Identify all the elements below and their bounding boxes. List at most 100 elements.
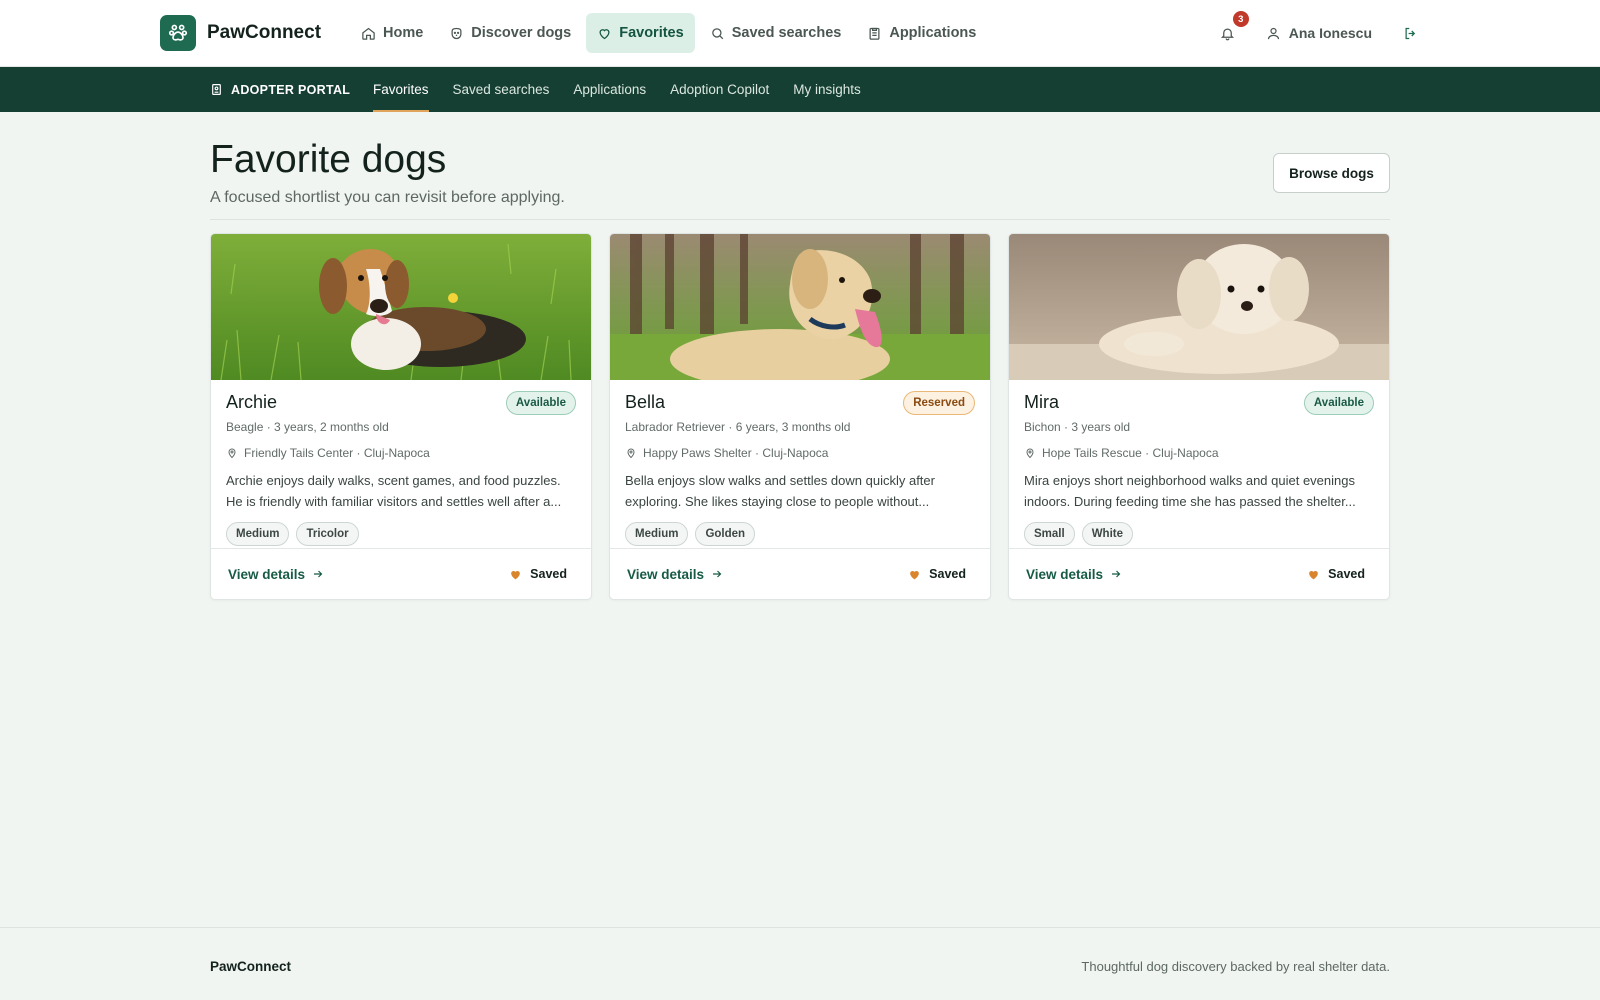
card-body: Mira Available Bichon · 3 years old Hope… (1009, 380, 1389, 546)
main-nav: Home Discover dogs Favorites Saved searc… (350, 13, 987, 53)
notifications-button[interactable]: 3 (1216, 11, 1249, 45)
portal-subnav: ADOPTER PORTAL Favorites Saved searches … (0, 67, 1600, 112)
user-icon (1267, 27, 1279, 39)
nav-saved-searches-label: Saved searches (731, 25, 842, 41)
card-footer: View details Saved (1009, 548, 1389, 599)
location-pin-icon (228, 448, 236, 459)
tag-list: Medium Golden (625, 522, 975, 546)
saved-label: Saved (530, 567, 567, 581)
saved-toggle[interactable]: Saved (509, 567, 567, 581)
dog-description: Archie enjoys daily walks, scent games, … (226, 473, 562, 509)
saved-label: Saved (929, 567, 966, 581)
nav-favorites[interactable]: Favorites (586, 13, 695, 53)
brand-name: PawConnect (207, 22, 322, 43)
card-body: Bella Reserved Labrador Retriever · 6 ye… (610, 380, 990, 546)
dog-photo-bella[interactable] (610, 234, 990, 380)
page-subtitle: A focused shortlist you can revisit befo… (210, 189, 565, 206)
id-badge-icon (212, 84, 221, 95)
dog-location: Friendly Tails Center · Cluj-Napoca (226, 445, 576, 461)
nav-discover-dogs[interactable]: Discover dogs (438, 13, 582, 53)
header-divider (210, 219, 1390, 220)
status-badge: Available (1303, 391, 1374, 415)
card-footer: View details Saved (610, 548, 990, 599)
dog-description: Mira enjoys short neighborhood walks and… (1024, 473, 1356, 509)
dog-photo-mira[interactable] (1009, 234, 1389, 380)
nav-saved-searches[interactable]: Saved searches (699, 13, 853, 53)
view-details-link[interactable]: View details (1026, 567, 1122, 582)
heart-icon (599, 28, 610, 39)
dog-location: Hope Tails Rescue · Cluj-Napoca (1024, 445, 1374, 461)
tag-color: Tricolor (296, 522, 359, 546)
dog-meta: Bichon · 3 years old (1024, 420, 1131, 434)
view-details-label: View details (1026, 566, 1104, 582)
logout-icon (1405, 27, 1415, 39)
clipboard-icon (869, 27, 880, 40)
page-title: Favorite dogs (210, 138, 447, 181)
view-details-link[interactable]: View details (228, 567, 324, 582)
subnav-favorites[interactable]: Favorites (361, 67, 441, 112)
location-text: Happy Paws Shelter · Cluj-Napoca (643, 446, 829, 460)
paw-logo-icon (160, 15, 196, 51)
browse-dogs-button[interactable]: Browse dogs (1273, 153, 1390, 193)
brand[interactable]: PawConnect (160, 15, 321, 51)
location-pin-icon (1026, 448, 1034, 459)
logout-button[interactable] (1400, 23, 1420, 43)
nav-home[interactable]: Home (350, 13, 434, 53)
tag-color: Golden (695, 522, 756, 546)
subnav-applications[interactable]: Applications (561, 67, 658, 112)
card-body: Archie Available Beagle · 3 years, 2 mon… (211, 380, 591, 546)
subnav-saved-searches[interactable]: Saved searches (441, 67, 562, 112)
dog-meta: Labrador Retriever · 6 years, 3 months o… (625, 420, 851, 434)
page-footer: PawConnect Thoughtful dog discovery back… (0, 927, 1600, 1000)
nav-applications[interactable]: Applications (856, 13, 987, 53)
location-pin-icon (627, 448, 635, 459)
status-badge: Available (505, 391, 576, 415)
notification-count-badge: 3 (1232, 11, 1249, 27)
subnav-links: Favorites Saved searches Applications Ad… (361, 67, 873, 112)
heart-filled-icon (511, 570, 520, 579)
dog-photo-archie[interactable] (211, 234, 591, 380)
subnav-my-insights[interactable]: My insights (781, 67, 873, 112)
tag-size: Small (1024, 522, 1075, 546)
saved-toggle[interactable]: Saved (908, 567, 966, 581)
favorites-grid: Archie Available Beagle · 3 years, 2 mon… (210, 233, 1390, 600)
arrow-right-icon (713, 570, 722, 578)
footer-tagline: Thoughtful dog discovery backed by real … (1081, 959, 1390, 974)
saved-toggle[interactable]: Saved (1307, 567, 1365, 581)
arrow-right-icon (1112, 570, 1121, 578)
tag-size: Medium (625, 522, 689, 546)
heart-filled-icon (1309, 570, 1318, 579)
footer-brand: PawConnect (210, 959, 292, 974)
home-icon (362, 27, 375, 40)
location-text: Friendly Tails Center · Cluj-Napoca (244, 446, 430, 460)
nav-home-label: Home (383, 25, 424, 41)
dog-card: Archie Available Beagle · 3 years, 2 mon… (210, 233, 592, 600)
user-name: Ana Ionescu (1288, 25, 1372, 41)
dog-meta: Beagle · 3 years, 2 months old (226, 420, 389, 434)
view-details-link[interactable]: View details (627, 567, 723, 582)
arrow-right-icon (314, 570, 323, 578)
bell-icon (1221, 28, 1235, 40)
user-area: 3 Ana Ionescu (1216, 11, 1420, 52)
view-details-label: View details (627, 566, 705, 582)
view-details-label: View details (228, 566, 306, 582)
tag-size: Medium (226, 522, 290, 546)
nav-discover-label: Discover dogs (471, 25, 572, 41)
tag-list: Medium Tricolor (226, 522, 576, 546)
user-menu[interactable]: Ana Ionescu (1266, 25, 1372, 41)
tag-color: White (1081, 522, 1133, 546)
search-icon (711, 27, 723, 39)
top-navbar: PawConnect Home Discover dogs Favorites … (0, 0, 1600, 67)
nav-applications-label: Applications (889, 25, 977, 41)
dog-icon (451, 27, 462, 39)
dog-card: Mira Available Bichon · 3 years old Hope… (1008, 233, 1390, 600)
subnav-adoption-copilot[interactable]: Adoption Copilot (658, 67, 781, 112)
dog-description: Bella enjoys slow walks and settles down… (625, 473, 935, 509)
heart-filled-icon (910, 570, 919, 579)
status-badge: Reserved (903, 391, 975, 415)
dog-card: Bella Reserved Labrador Retriever · 6 ye… (609, 233, 991, 600)
portal-label: ADOPTER PORTAL (210, 67, 350, 112)
location-text: Hope Tails Rescue · Cluj-Napoca (1042, 446, 1219, 460)
portal-label-text: ADOPTER PORTAL (231, 82, 351, 97)
saved-label: Saved (1328, 567, 1365, 581)
